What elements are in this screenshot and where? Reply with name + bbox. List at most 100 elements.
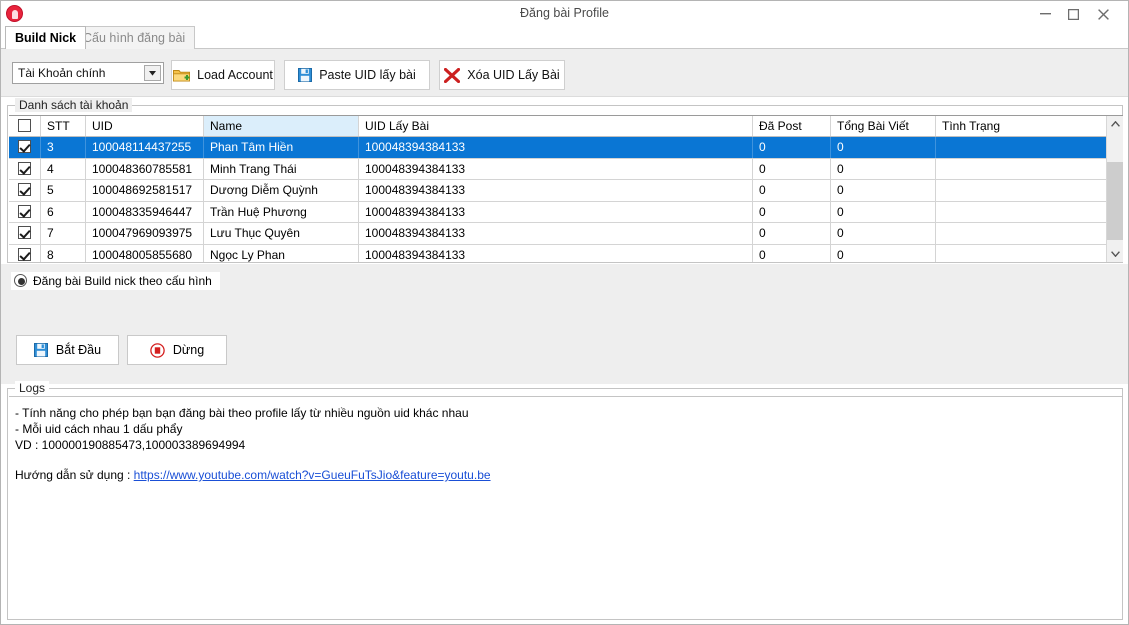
accounts-table[interactable]: STT UID Name UID Lấy Bài Đã Post Tổng Bà…: [9, 115, 1123, 262]
column-header-uid[interactable]: UID: [86, 116, 204, 136]
table-row[interactable]: 6 100048335946447 Trần Huệ Phương 100048…: [9, 201, 1123, 223]
scroll-up-button[interactable]: [1107, 116, 1123, 133]
table-row[interactable]: 8 100048005855680 Ngọc Ly Phan 100048394…: [9, 244, 1123, 263]
cell-stt: 4: [41, 158, 86, 179]
row-select-cell[interactable]: [9, 158, 41, 179]
start-button[interactable]: Bắt Đầu: [16, 335, 119, 365]
chevron-down-icon[interactable]: [144, 65, 161, 81]
row-checkbox[interactable]: [18, 204, 31, 218]
cell-uid-lay-bai: 100048394384133: [359, 158, 753, 179]
column-header-tong-bai-viet[interactable]: Tổng Bài Viết: [831, 116, 936, 136]
cell-da-post: 0: [753, 201, 831, 222]
column-header-stt[interactable]: STT: [41, 116, 86, 136]
table-row[interactable]: 7 100047969093975 Lưu Thục Quyên 1000483…: [9, 223, 1123, 245]
cell-name: Dương Diễm Quỳnh: [204, 180, 359, 201]
minimize-icon: [1039, 13, 1051, 15]
stop-button[interactable]: Dừng: [127, 335, 227, 365]
tab-cau-hinh-dang-bai[interactable]: Cấu hình đăng bài: [73, 26, 196, 49]
cell-tinh-trang: [936, 159, 1104, 180]
cell-tong-bai-viet: 0: [831, 223, 936, 244]
column-header-tinh-trang[interactable]: Tình Trạng: [936, 116, 1104, 136]
logs-group-title: Logs: [15, 381, 50, 395]
select-all-header-cell[interactable]: [9, 116, 41, 136]
cell-tong-bai-viet: 0: [831, 180, 936, 201]
cell-stt: 7: [41, 223, 86, 244]
cell-tinh-trang: [936, 137, 1104, 158]
row-select-cell[interactable]: [9, 223, 41, 244]
paste-uid-button[interactable]: Paste UID lấy bài: [284, 60, 430, 90]
options-panel: Đăng bài Build nick theo cấu hình Bắt Đầ…: [1, 264, 1128, 384]
cell-tong-bai-viet: 0: [831, 201, 936, 222]
stop-circle-icon: [150, 342, 165, 358]
row-select-cell[interactable]: [9, 180, 41, 201]
table-vertical-scrollbar[interactable]: [1106, 116, 1123, 262]
load-account-button[interactable]: Load Account: [171, 60, 275, 90]
cell-tinh-trang: [936, 223, 1104, 244]
cell-uid: 100048005855680: [86, 244, 204, 262]
cell-stt: 6: [41, 201, 86, 222]
row-checkbox[interactable]: [18, 140, 31, 153]
accounts-group-title: Danh sách tài khoản: [15, 98, 133, 112]
cell-uid: 100048335946447: [86, 201, 204, 222]
row-select-cell[interactable]: [9, 244, 41, 262]
maximize-button[interactable]: [1060, 3, 1086, 24]
cell-name: Minh Trang Thái: [204, 158, 359, 179]
row-checkbox[interactable]: [18, 247, 31, 261]
close-button[interactable]: [1090, 3, 1116, 24]
cell-tong-bai-viet: 0: [831, 244, 936, 262]
chevron-down-icon: [1111, 251, 1120, 257]
radio-dang-bai-theo-cau-hinh[interactable]: Đăng bài Build nick theo cấu hình: [11, 272, 220, 290]
logs-textarea[interactable]: - Tính năng cho phép bạn bạn đăng bài th…: [9, 396, 1122, 619]
cell-da-post: 0: [753, 180, 831, 201]
cell-uid: 100048692581517: [86, 180, 204, 201]
cell-tinh-trang: [936, 245, 1104, 263]
row-checkbox[interactable]: [18, 183, 31, 196]
cell-uid-lay-bai: 100048394384133: [359, 244, 753, 262]
table-header-row: STT UID Name UID Lấy Bài Đã Post Tổng Bà…: [9, 116, 1123, 137]
row-checkbox[interactable]: [18, 161, 31, 175]
paste-uid-label: Paste UID lấy bài: [319, 68, 416, 82]
save-floppy-icon: [298, 68, 313, 82]
delete-uid-button[interactable]: Xóa UID Lấy Bài: [439, 60, 565, 90]
row-select-cell[interactable]: [9, 201, 41, 222]
select-all-checkbox[interactable]: [18, 119, 31, 132]
maximize-icon: [1067, 9, 1079, 20]
cell-stt: 8: [41, 244, 86, 262]
radio-label: Đăng bài Build nick theo cấu hình: [33, 274, 212, 288]
cell-tinh-trang: [936, 180, 1104, 201]
column-header-uid-lay-bai[interactable]: UID Lấy Bài: [359, 116, 753, 136]
red-x-icon: [444, 67, 461, 83]
logs-line-2: - Mỗi uid cách nhau 1 dấu phẩy: [15, 422, 183, 436]
cell-name: Phan Tâm Hiền: [204, 137, 359, 158]
column-header-da-post[interactable]: Đã Post: [753, 116, 831, 136]
row-checkbox[interactable]: [18, 226, 31, 239]
toolbar: Tài Khoản chính Load Account Paste UID l…: [1, 49, 1128, 97]
logs-group: Logs - Tính năng cho phép bạn bạn đăng b…: [7, 381, 1123, 620]
row-select-cell[interactable]: [9, 137, 41, 158]
tab-strip: Build Nick Cấu hình đăng bài: [1, 26, 1128, 49]
scrollbar-thumb[interactable]: [1107, 162, 1123, 240]
logs-guide-line: Hướng dẫn sử dụng : https://www.youtube.…: [15, 467, 1116, 483]
delete-uid-label: Xóa UID Lấy Bài: [467, 68, 560, 82]
account-select[interactable]: Tài Khoản chính: [12, 62, 164, 84]
logs-guide-label: Hướng dẫn sử dụng :: [15, 468, 134, 482]
table-row[interactable]: 5 100048692581517 Dương Diễm Quỳnh 10004…: [9, 180, 1123, 202]
cell-uid-lay-bai: 100048394384133: [359, 223, 753, 244]
cell-da-post: 0: [753, 244, 831, 262]
cell-uid: 100048360785581: [86, 158, 204, 179]
cell-name: Trần Huệ Phương: [204, 201, 359, 222]
cell-uid-lay-bai: 100048394384133: [359, 137, 753, 158]
logs-guide-link[interactable]: https://www.youtube.com/watch?v=GueuFuTs…: [134, 468, 491, 482]
column-header-name[interactable]: Name: [204, 116, 359, 136]
cell-stt: 5: [41, 180, 86, 201]
tab-build-nick[interactable]: Build Nick: [5, 26, 87, 49]
table-row[interactable]: 3 100048114437255 Phan Tâm Hiền 10004839…: [9, 137, 1123, 159]
scroll-down-button[interactable]: [1107, 246, 1123, 262]
cell-uid-lay-bai: 100048394384133: [359, 201, 753, 222]
table-row[interactable]: 4 100048360785581 Minh Trang Thái 100048…: [9, 158, 1123, 180]
cell-tinh-trang: [936, 202, 1104, 223]
radio-selected-icon[interactable]: [14, 274, 27, 287]
accounts-group: Danh sách tài khoản STT UID Name UID Lấy…: [7, 98, 1123, 263]
minimize-button[interactable]: [1032, 3, 1058, 24]
load-account-label: Load Account: [197, 68, 273, 82]
